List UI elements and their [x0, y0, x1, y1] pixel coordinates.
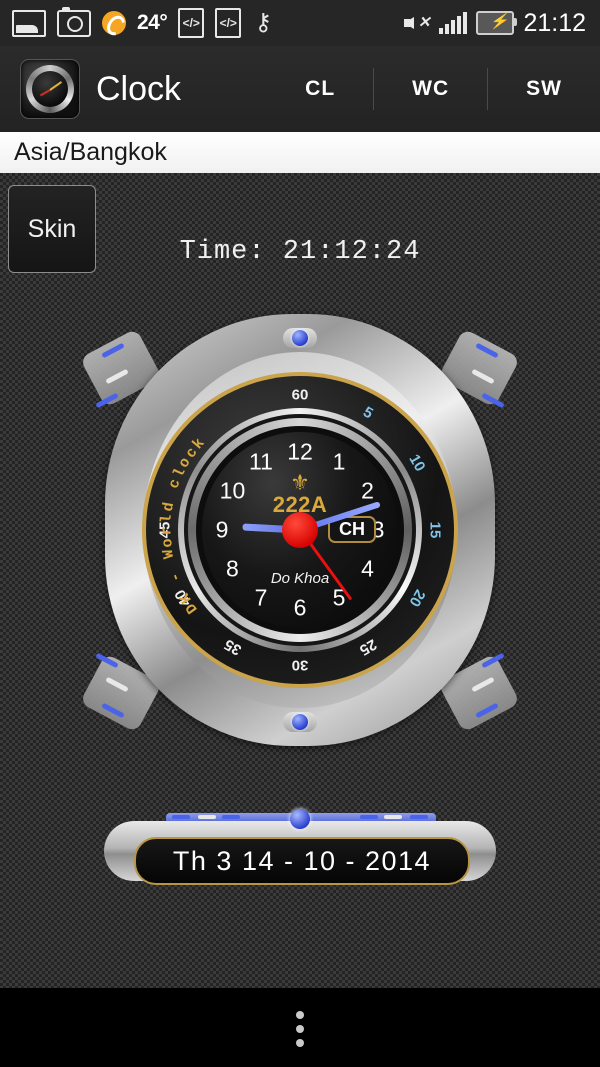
status-bar-right-icons: ✕ ⚡ 21:12	[404, 9, 600, 38]
hour-numeral-12: 12	[287, 438, 313, 465]
main-content: Skin Time: 21:12:24 60 5 10 15 20 25 30 …	[0, 173, 600, 988]
navigation-bar	[0, 988, 600, 1067]
bezel-brand-char: l	[158, 513, 177, 525]
overflow-dot	[296, 1038, 304, 1047]
code-icon: </>	[178, 8, 205, 38]
date-accent-icon	[222, 815, 240, 819]
date-accent-icon	[172, 815, 190, 819]
image-icon	[12, 9, 46, 37]
hour-numeral-9: 9	[215, 516, 229, 543]
overflow-dot	[296, 1010, 304, 1019]
date-accent-icon	[198, 815, 216, 819]
app-title: Clock	[96, 69, 182, 108]
timezone-label: Asia/Bangkok	[14, 138, 167, 166]
date-window: Th 3 14 - 10 - 2014	[134, 837, 470, 885]
bezel-minute-30: 30	[291, 656, 309, 674]
overflow-menu-button[interactable]	[296, 1010, 304, 1053]
app-screen: 24° </> </> ⚷ ✕ ⚡ 21:12 Clock CL WC SW A…	[0, 0, 600, 1067]
timezone-bar[interactable]: Asia/Bangkok	[0, 132, 600, 173]
time-label: Time: 21:12:24	[179, 237, 421, 267]
bezel-minute-15: 15	[426, 521, 444, 539]
tab-sw[interactable]: SW	[488, 46, 600, 132]
dial-signature: Do Khoa	[270, 570, 330, 587]
date-jewel-icon	[290, 809, 310, 829]
tab-cl[interactable]: CL	[267, 46, 373, 132]
app-icon[interactable]	[20, 59, 80, 119]
watch-case: 60 5 10 15 20 25 30 35 40 45 DK - World clock 12 1…	[105, 314, 495, 746]
hand-hub	[282, 512, 318, 548]
code-icon: </>	[215, 8, 242, 38]
status-bar-clock: 21:12	[523, 8, 586, 37]
status-bar: 24° </> </> ⚷ ✕ ⚡ 21:12	[0, 0, 600, 47]
tab-wc[interactable]: WC	[374, 46, 487, 132]
hour-numeral-7: 7	[254, 584, 268, 611]
fleur-de-lis-icon: ⚜	[290, 470, 310, 495]
status-bar-left-icons: 24° </> </> ⚷	[0, 6, 274, 38]
date-text: Th 3 14 - 10 - 2014	[172, 845, 432, 876]
overflow-dot	[296, 1024, 304, 1033]
watch-dial: 12 1 2 3 4 5 6 7 8 9 10 11 ⚜ 222A Do Khoa CH	[202, 432, 398, 628]
analog-watch[interactable]: 60 5 10 15 20 25 30 35 40 45 DK - World clock 12 1…	[79, 298, 521, 763]
signal-icon	[439, 12, 468, 34]
usb-icon: ⚷	[254, 9, 273, 36]
bezel-brand-char: r	[158, 526, 176, 536]
camera-icon	[57, 6, 91, 37]
date-plate-body: Th 3 14 - 10 - 2014	[104, 821, 496, 885]
jewel-top-icon	[292, 330, 308, 346]
jewel-bottom-icon	[292, 714, 308, 730]
battery-charging-icon: ⚡	[476, 11, 518, 35]
hour-numeral-11: 11	[249, 448, 273, 475]
date-accent-icon	[410, 815, 428, 819]
bezel-brand-char: o	[158, 537, 177, 548]
tab-bar: CL WC SW	[267, 46, 600, 132]
date-accent-icon	[360, 815, 378, 819]
sync-icon	[102, 11, 126, 35]
hour-numeral-1: 1	[332, 448, 346, 475]
action-bar: Clock CL WC SW	[0, 46, 600, 133]
bezel-minute-60: 60	[291, 386, 309, 404]
date-plate[interactable]: Th 3 14 - 10 - 2014	[104, 809, 496, 885]
mute-icon: ✕	[404, 12, 430, 34]
temperature-label: 24°	[137, 11, 168, 34]
hour-numeral-6: 6	[293, 594, 307, 621]
date-accent-icon	[384, 815, 402, 819]
